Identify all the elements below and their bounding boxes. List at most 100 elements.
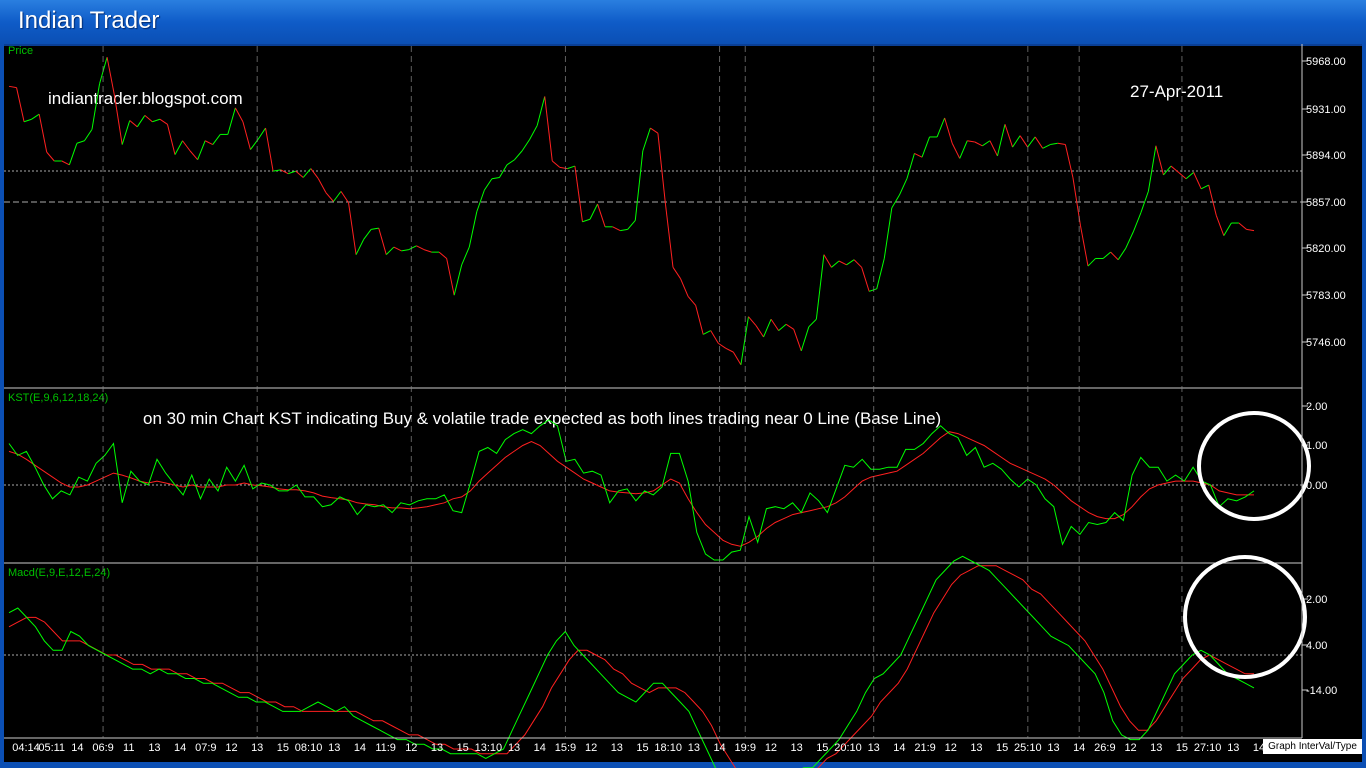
graph-interval-button[interactable]: Graph InterVal/Type [1263,739,1362,754]
price-segment [61,160,70,166]
highlight-circle-kst [1197,411,1311,521]
price-segment [1087,258,1096,267]
price-segment [16,87,25,122]
price-segment [423,249,432,253]
price-segment [76,140,85,144]
kst-panel: KST(E,9,6,12,18,24) on 30 min Chart KST … [4,392,1327,561]
price-segment [536,96,546,126]
price-segment [1185,172,1194,180]
macd-panel: Macd(E,9,E,12,E,24) 2.00 4.00 -14.00 [4,555,1337,768]
price-segment [453,264,463,296]
price-segment [657,133,666,205]
price-segment [582,218,591,223]
y-tick-label: 0.00 [1306,480,1327,492]
x-tick-label: 12 [405,742,417,754]
x-tick-label: 11:9 [375,742,396,754]
price-segment [68,143,78,165]
kst-annotation: on 30 min Chart KST indicating Buy & vol… [143,409,941,428]
price-segment [544,96,553,162]
price-segment [800,326,810,352]
price-segment [876,258,885,289]
price-segment [136,115,146,128]
chart-date: 27-Apr-2011 [1130,82,1223,101]
price-segment [363,229,372,240]
price-segment [152,118,161,123]
price-segment [38,114,48,153]
price-segment [476,189,485,212]
price-segment [189,150,199,161]
price-segment [1019,135,1029,148]
x-tick-label: 15 [1176,742,1188,754]
price-segment [785,323,795,330]
x-tick-label: 15 [816,742,828,754]
price-segment [597,203,606,227]
x-tick-label: 05:11 [38,742,65,754]
price-segment [227,107,236,135]
price-segment [340,191,349,204]
y-tick-label: 5820.00 [1306,243,1346,255]
x-tick-label: 26:9 [1094,742,1115,754]
x-tick-label: 13 [611,742,623,754]
x-tick-label: 13 [868,742,880,754]
price-segment [944,117,953,144]
kst-line [8,419,1255,561]
price-segment [491,176,500,180]
price-segment [634,150,644,221]
highlight-circle-macd [1183,555,1307,679]
x-tick-label: 14 [71,742,83,754]
price-segment [84,129,93,142]
price-segment [1215,215,1225,236]
price-segment [333,191,342,202]
price-segment [371,227,379,230]
price-segment [23,118,32,123]
y-tick-label: 5968.00 [1306,56,1346,68]
x-tick-label: 12 [945,742,957,754]
price-segment [212,134,221,145]
x-tick-label: 21:9 [914,742,935,754]
price-segment [763,319,772,338]
price-segment [740,316,749,365]
x-tick-label: 13:10 [475,742,503,754]
macd-panel-label: Macd(E,9,E,12,E,24) [8,567,110,579]
price-segment [921,136,931,158]
price-segment [967,140,975,143]
price-segment [748,316,757,326]
price-segment [778,323,787,331]
y-tick-label: 5783.00 [1306,290,1346,302]
price-segment [1223,222,1232,236]
price-segment [325,192,334,202]
price-segment [1050,142,1058,146]
price-segment [898,178,908,196]
price-segment [914,152,923,158]
x-tick-label: 08:10 [295,742,323,754]
price-segment [393,246,402,252]
price-segment [559,166,568,170]
x-tick-label: 14 [893,742,905,754]
price-segment [1117,248,1127,261]
price-segment [861,267,870,292]
price-segment [732,351,742,366]
price-segment [996,124,1006,157]
price-segment [936,117,946,138]
y-tick-label: 5931.00 [1306,104,1346,116]
price-segment [348,202,357,255]
x-tick-label: 20:10 [834,742,862,754]
price-segment [174,140,183,155]
price-segment [1163,165,1172,176]
price-segment [182,140,191,152]
x-tick-label: 13 [508,742,520,754]
price-segment [702,330,711,335]
price-segment [853,259,862,268]
vertical-gridlines [102,46,1183,738]
price-segment [808,318,817,328]
price-panel-label: Price [8,45,33,57]
x-tick-label: 13 [970,742,982,754]
price-segment [234,107,244,122]
price-segment [355,239,365,255]
price-segment [1042,144,1051,149]
price-segment [408,245,417,251]
x-tick-label: 19:9 [735,742,756,754]
price-segment [1246,228,1255,232]
price-axis: 5968.00 5931.00 5894.00 5857.00 5820.00 5783.… [1302,56,1346,349]
price-segment [1027,136,1036,148]
